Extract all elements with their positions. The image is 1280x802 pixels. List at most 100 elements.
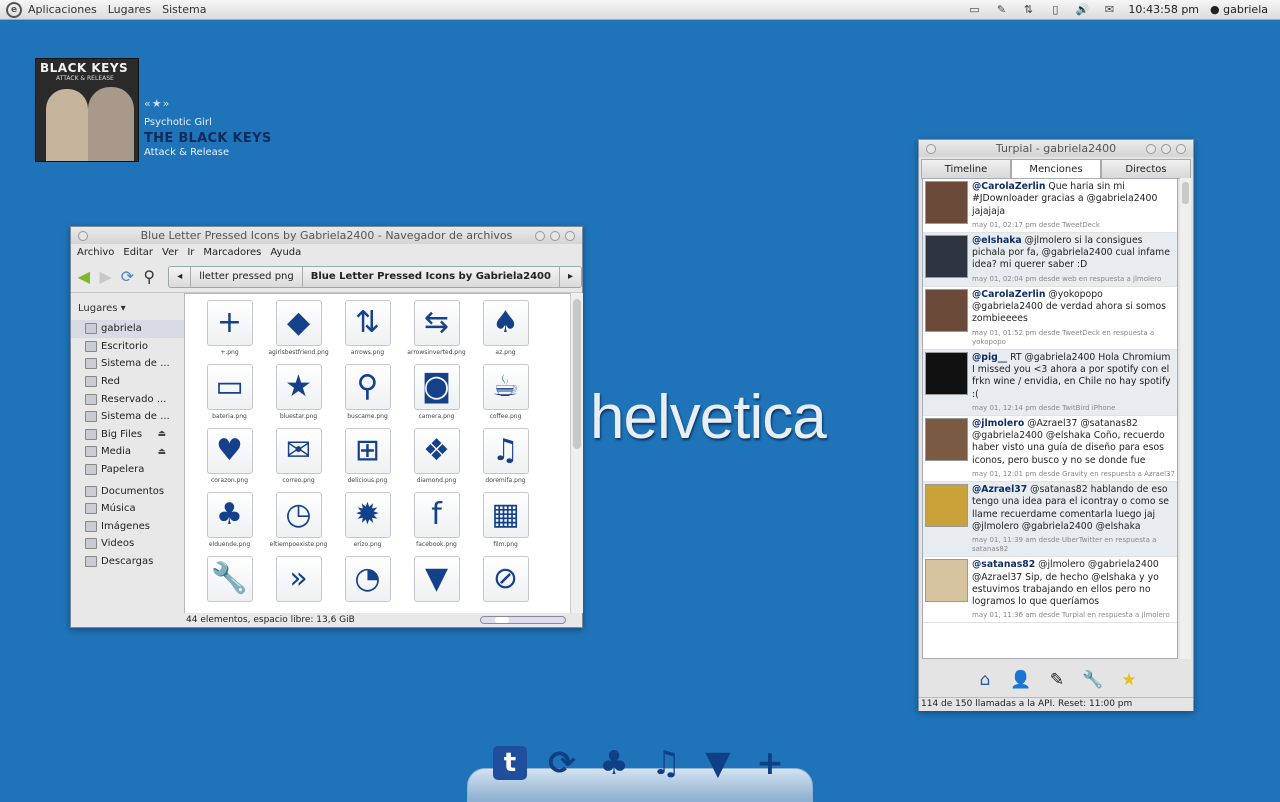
- favorites-icon[interactable]: ★: [1118, 670, 1140, 690]
- file-item[interactable]: ⊞ delicious.png: [333, 428, 402, 492]
- forward-arrow-icon[interactable]: ▶: [99, 267, 113, 286]
- tweet-user[interactable]: @elshaka: [972, 235, 1022, 246]
- tweet-item[interactable]: @jlmolero @Azrael37 @satanas82 @gabriela…: [923, 416, 1177, 483]
- sidebar-item-bookmark[interactable]: Descargas: [71, 553, 184, 571]
- path-segment-parent[interactable]: lletter pressed png: [191, 266, 303, 287]
- tweet-user[interactable]: @pig__: [972, 352, 1007, 363]
- tab-timeline[interactable]: Timeline: [921, 159, 1011, 179]
- vertical-scrollbar[interactable]: [570, 293, 583, 613]
- file-item[interactable]: ✉ correo.png: [264, 428, 333, 492]
- minimize-icon[interactable]: [535, 230, 545, 241]
- next-icon[interactable]: »: [163, 97, 171, 110]
- mail-icon[interactable]: ✉: [1101, 3, 1117, 17]
- volume-icon[interactable]: 🔊: [1074, 3, 1090, 17]
- avatar[interactable]: [925, 351, 968, 395]
- close-icon[interactable]: [565, 230, 575, 241]
- speech-bubble-icon[interactable]: ▼: [701, 744, 735, 780]
- network-icon[interactable]: ⇅: [1020, 3, 1036, 17]
- file-item[interactable]: f facebook.png: [402, 492, 471, 556]
- user-menu[interactable]: ● gabriela: [1210, 3, 1268, 16]
- compose-icon[interactable]: ✎: [1046, 670, 1068, 690]
- avatar[interactable]: [925, 484, 968, 528]
- battery-icon[interactable]: ▯: [1047, 3, 1063, 17]
- file-item[interactable]: ⇆ arrowsinverted.png: [402, 300, 471, 364]
- menu-aplicaciones[interactable]: Aplicaciones: [28, 3, 97, 16]
- menu-lugares[interactable]: Lugares: [108, 3, 151, 16]
- twitter-icon[interactable]: t: [493, 746, 527, 780]
- settings-icon[interactable]: 🔧: [1082, 670, 1104, 690]
- avatar[interactable]: [925, 559, 968, 603]
- tweet-user[interactable]: @satanas82: [972, 559, 1035, 570]
- reload-icon[interactable]: ⟳: [121, 267, 135, 286]
- tweet-item[interactable]: @CarolaZerlin @yokopopo @gabriela2400 de…: [923, 287, 1177, 350]
- path-right-arrow[interactable]: ▸: [560, 267, 581, 287]
- file-item[interactable]: ☕ coffee.png: [471, 364, 540, 428]
- plus-icon[interactable]: +: [753, 744, 787, 780]
- tweet-item[interactable]: @CarolaZerlin Que haria sin mi #JDownloa…: [923, 179, 1177, 233]
- file-item[interactable]: ◙ camera.png: [402, 364, 471, 428]
- home-icon[interactable]: ⌂: [974, 670, 996, 690]
- sidebar-item-place[interactable]: Red: [71, 373, 184, 391]
- club-icon[interactable]: ♣: [597, 744, 631, 780]
- zoom-slider[interactable]: [480, 616, 566, 624]
- play-star-icon[interactable]: ★: [152, 97, 163, 110]
- file-item[interactable]: ◆ agirlsbestfriend.png: [264, 300, 333, 364]
- menu-editar[interactable]: Editar: [123, 247, 153, 258]
- eject-icon[interactable]: ⏏: [157, 429, 166, 439]
- path-segment-current[interactable]: Blue Letter Pressed Icons by Gabriela240…: [303, 266, 560, 287]
- tab-directos[interactable]: Directos: [1101, 159, 1191, 179]
- window-menu-icon[interactable]: [78, 230, 88, 241]
- sidebar-item-bookmark[interactable]: Documentos: [71, 482, 184, 500]
- refresh-icon[interactable]: ⟳: [545, 744, 579, 780]
- tweet-user[interactable]: @CarolaZerlin: [972, 181, 1045, 192]
- menu-ir[interactable]: Ir: [187, 247, 194, 258]
- file-item[interactable]: ♫ doremifa.png: [471, 428, 540, 492]
- file-item[interactable]: ▭ bateria.png: [195, 364, 264, 428]
- menu-marcadores[interactable]: Marcadores: [203, 247, 261, 258]
- tweet-item[interactable]: @elshaka @jlmolero si la consigues picha…: [923, 232, 1177, 287]
- sidebar-item-place[interactable]: Sistema de ...: [71, 355, 184, 373]
- path-left-arrow[interactable]: ◂: [169, 266, 192, 287]
- file-item[interactable]: ▦ film.png: [471, 492, 540, 556]
- sidebar-item-bookmark[interactable]: Música: [71, 500, 184, 518]
- search-icon[interactable]: ⚲: [142, 267, 156, 286]
- file-item[interactable]: ⇅ arrows.png: [333, 300, 402, 364]
- maximize-icon[interactable]: [1161, 143, 1171, 154]
- sidebar-item-bookmark[interactable]: Videos: [71, 535, 184, 553]
- clock[interactable]: 10:43:58 pm: [1128, 3, 1199, 16]
- file-item[interactable]: ◔: [333, 556, 402, 613]
- file-manager-titlebar[interactable]: Blue Letter Pressed Icons by Gabriela240…: [71, 227, 582, 244]
- profile-icon[interactable]: 👤: [1010, 670, 1032, 690]
- sidebar-item-place[interactable]: Media ⏏: [71, 443, 184, 461]
- window-menu-icon[interactable]: [926, 143, 936, 154]
- file-item[interactable]: ❖ diamond.png: [402, 428, 471, 492]
- avatar[interactable]: [925, 417, 968, 461]
- menu-archivo[interactable]: Archivo: [77, 247, 114, 258]
- tab-menciones[interactable]: Menciones: [1011, 159, 1101, 179]
- minimize-icon[interactable]: [1146, 143, 1156, 154]
- file-item[interactable]: »: [264, 556, 333, 613]
- eject-icon[interactable]: ⏏: [157, 447, 166, 457]
- avatar[interactable]: [925, 288, 968, 332]
- file-item[interactable]: ◷ eltiempoexiste.png: [264, 492, 333, 556]
- file-item[interactable]: ⊘: [471, 556, 540, 613]
- tweet-user[interactable]: @CarolaZerlin: [972, 289, 1045, 300]
- monitor-icon[interactable]: ▭: [966, 3, 982, 17]
- file-item[interactable]: ♣ elduende.png: [195, 492, 264, 556]
- back-arrow-icon[interactable]: ◀: [77, 267, 91, 286]
- tweet-list-scrollbar[interactable]: [1180, 178, 1191, 659]
- avatar[interactable]: [925, 234, 968, 278]
- maximize-icon[interactable]: [550, 230, 560, 241]
- sidebar-item-place[interactable]: Escritorio: [71, 338, 184, 356]
- sidebar-item-place[interactable]: gabriela: [71, 320, 184, 338]
- file-item[interactable]: ⚲ buscame.png: [333, 364, 402, 428]
- tweet-item[interactable]: @satanas82 @jlmolero @gabriela2400 @Azra…: [923, 557, 1177, 624]
- file-item[interactable]: ▼: [402, 556, 471, 613]
- menu-ayuda[interactable]: Ayuda: [270, 247, 301, 258]
- sidebar-item-place[interactable]: Sistema de ...: [71, 408, 184, 426]
- tweet-user[interactable]: @Azrael37: [972, 484, 1027, 495]
- sidebar-item-place[interactable]: Reservado ...: [71, 390, 184, 408]
- sidebar-header[interactable]: Lugares ▾: [71, 293, 184, 320]
- menu-ver[interactable]: Ver: [162, 247, 178, 258]
- tweet-user[interactable]: @jlmolero: [972, 418, 1024, 429]
